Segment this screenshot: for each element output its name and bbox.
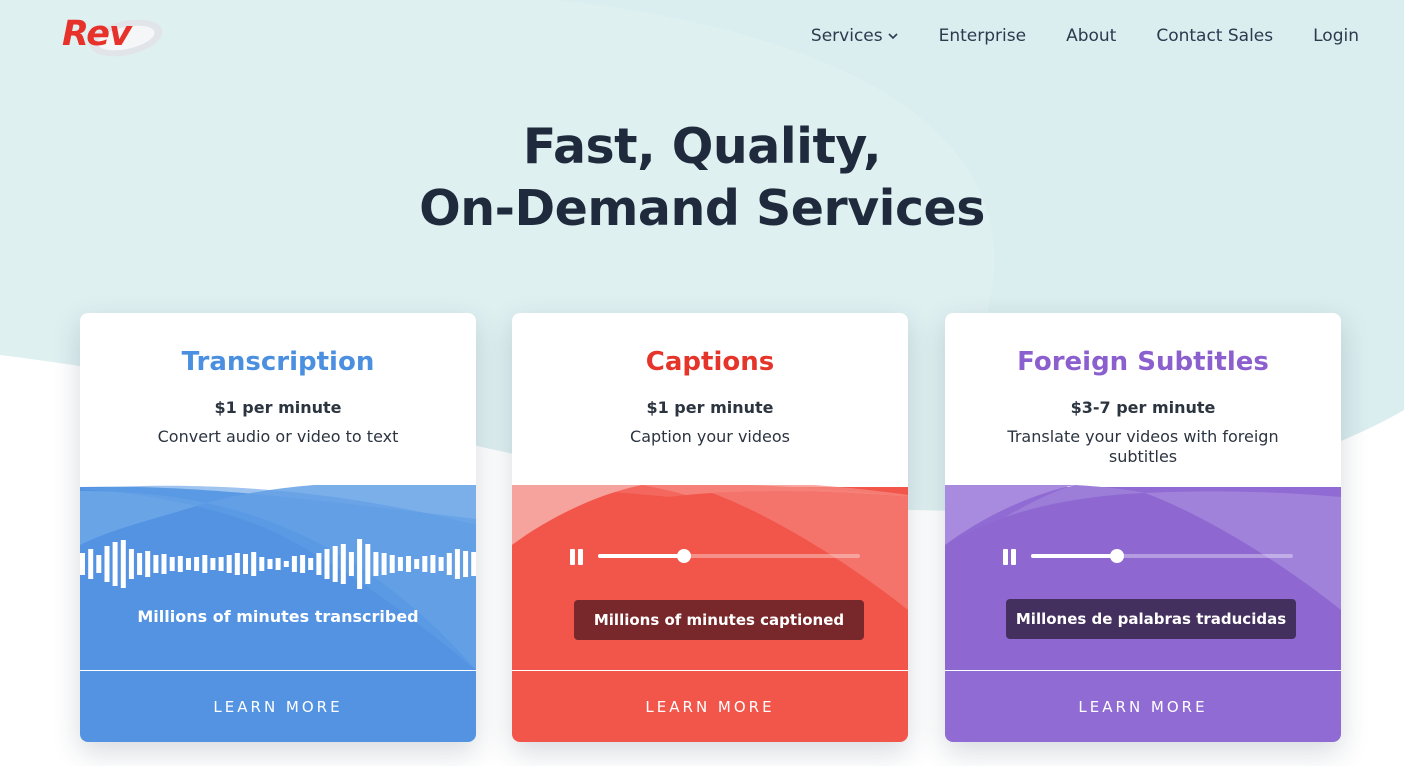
card-description: Translate your videos with foreign subti… [1007, 427, 1279, 466]
waveform-bar [128, 549, 134, 579]
waveform-bar [291, 556, 297, 572]
waveform-bar [161, 554, 167, 574]
waveform-bar [120, 540, 126, 588]
waveform-bar [137, 553, 143, 575]
waveform-bar [218, 557, 224, 571]
waveform-bar [300, 555, 306, 573]
nav-services[interactable]: Services [811, 26, 899, 46]
learn-more-button[interactable]: LEARN MORE [512, 671, 908, 742]
progress-fill [598, 554, 685, 558]
waveform-bar [275, 558, 281, 570]
waveform-bar [381, 553, 387, 575]
waveform-bar [340, 544, 346, 584]
card-title: Captions [645, 347, 775, 377]
waveform-bar [243, 554, 248, 574]
nav-enterprise[interactable]: Enterprise [939, 26, 1026, 46]
waveform-bar [96, 555, 102, 573]
transcription-visual: Millions of minutes transcribed [80, 485, 476, 670]
nav-contact-sales[interactable]: Contact Sales [1156, 26, 1273, 46]
video-progress-slider[interactable] [598, 549, 860, 563]
subtitles-visual: Millones de palabras traducidas [945, 485, 1341, 670]
nav-login[interactable]: Login [1313, 26, 1359, 46]
waveform-bar [283, 561, 289, 567]
waveform-bar [414, 559, 420, 569]
waveform-bar [267, 559, 273, 569]
logo-text: Rev [62, 14, 132, 54]
waveform-bar [226, 555, 232, 573]
waveform-bar [316, 553, 322, 575]
waveform-bar [406, 556, 411, 572]
card-title: Transcription [181, 347, 375, 377]
card-price: $1 per minute [214, 398, 342, 417]
waveform-bar [389, 555, 395, 573]
chevron-down-icon [888, 33, 898, 40]
waveform-bar [259, 557, 265, 571]
waveform-bar [438, 557, 444, 571]
waveform-bar [324, 549, 330, 579]
waveform-bar [373, 552, 379, 576]
waveform-bar [308, 558, 314, 570]
card-description: Convert audio or video to text [157, 427, 399, 446]
waveform-bar [153, 555, 159, 573]
nav-services-label: Services [810, 26, 883, 46]
learn-more-button[interactable]: LEARN MORE [945, 671, 1341, 742]
waveform-bar [104, 546, 110, 582]
waveform-bar [397, 557, 403, 571]
service-card-captions: Captions $1 per minute Caption your vide… [512, 313, 908, 742]
visual-caption: Millions of minutes transcribed [137, 607, 419, 626]
learn-more-button[interactable]: LEARN MORE [80, 671, 476, 742]
service-card-foreign-subtitles: Foreign Subtitles $3-7 per minute Transl… [945, 313, 1341, 742]
hero-title: Fast, Quality, On-Demand Services [0, 116, 1404, 240]
waveform-bar [112, 542, 118, 586]
pause-icon[interactable] [1003, 549, 1017, 565]
waveform-bar [454, 549, 460, 579]
main-nav: Services Enterprise About Contact Sales … [811, 26, 1359, 46]
captions-visual: Millions of minutes captioned [512, 485, 908, 670]
waveform-bar [177, 556, 183, 572]
waveform-bar [88, 549, 94, 579]
waveform-bar [80, 553, 85, 575]
hero-title-line1: Fast, Quality, [522, 118, 882, 175]
waveform-bar [422, 556, 428, 572]
waveform-bar [194, 557, 200, 571]
rev-logo[interactable]: Rev [60, 12, 166, 60]
waveform-bar [332, 546, 338, 582]
card-price: $3-7 per minute [1070, 398, 1216, 417]
waveform-bar [145, 551, 151, 577]
waveform-bar [446, 553, 452, 575]
waveform-bar [169, 557, 175, 571]
waveform-bar [463, 551, 469, 577]
waveform-bar [210, 558, 216, 570]
site-header: Rev Services Enterprise About Contact Sa… [0, 0, 1404, 80]
nav-about[interactable]: About [1066, 26, 1116, 46]
waveform-bar [234, 553, 240, 575]
video-progress-slider[interactable] [1031, 549, 1293, 563]
waveform-bar [251, 552, 257, 576]
service-card-transcription: Transcription $1 per minute Convert audi… [80, 313, 476, 742]
waveform-bar [186, 558, 191, 570]
progress-fill [1031, 554, 1118, 558]
subtitle-overlay: Millones de palabras traducidas [1006, 599, 1296, 639]
waveform-bar [430, 555, 436, 573]
hero-title-line2: On-Demand Services [419, 180, 985, 237]
card-price: $1 per minute [646, 398, 774, 417]
waveform-bar [365, 544, 371, 584]
pause-icon[interactable] [570, 549, 584, 565]
waveform-bar [357, 539, 363, 589]
card-description: Caption your videos [630, 427, 790, 446]
caption-overlay: Millions of minutes captioned [574, 600, 864, 640]
waveform-bar [471, 552, 476, 576]
waveform-bar [202, 555, 208, 573]
card-title: Foreign Subtitles [1017, 347, 1269, 377]
waveform-bar [348, 552, 354, 576]
